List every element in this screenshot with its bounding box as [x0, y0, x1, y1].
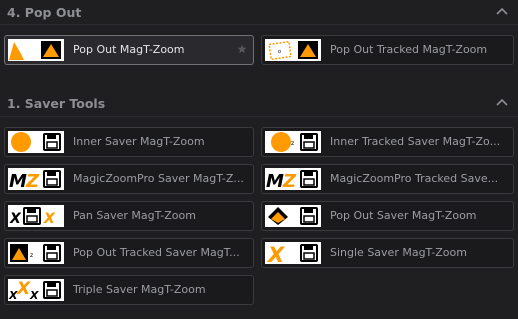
single-saver-icon: X	[266, 243, 318, 264]
section-header-pop-out[interactable]: 4. Pop Out	[0, 0, 518, 24]
tool-thumbnail: M Z	[265, 168, 321, 190]
tool-label: Triple Saver MagT-Zoom	[73, 283, 206, 296]
pop-out-tracked-icon: o	[268, 40, 318, 61]
tool-tile-pop-out-tracked-magt-zoom[interactable]: o Pop Out Tracked MagT-Zoom	[261, 35, 514, 65]
section-title: 1. Saver Tools	[7, 95, 106, 111]
inner-saver-icon	[11, 132, 61, 152]
tool-tile-inner-tracked-saver[interactable]: z Inner Tracked Saver MagT-Zo...	[261, 127, 514, 157]
svg-text:M: M	[9, 171, 27, 190]
magiczoompro-saver-icon: M Z	[9, 170, 61, 190]
star-icon[interactable]	[237, 44, 247, 54]
pop-out-icon	[9, 41, 61, 60]
tool-thumbnail: z	[8, 242, 64, 264]
tool-thumbnail: M Z	[8, 168, 64, 190]
tool-label: Pan Saver MagT-Zoom	[73, 209, 196, 222]
chevron-up-icon[interactable]	[495, 5, 509, 17]
tool-tile-single-saver[interactable]: X Single Saver MagT-Zoom	[261, 238, 514, 268]
tool-thumbnail: X X X	[8, 279, 64, 301]
tool-thumbnail	[8, 131, 64, 153]
svg-text:X: X	[9, 211, 22, 227]
section-title: 4. Pop Out	[7, 4, 82, 20]
pop-out-tracked-saver-icon: z	[10, 244, 61, 262]
svg-text:z: z	[291, 140, 294, 147]
tool-label: Pop Out Saver MagT-Zoom	[330, 209, 477, 222]
svg-text:Z: Z	[282, 171, 297, 190]
svg-text:X: X	[29, 289, 39, 301]
pop-out-saver-icon	[268, 207, 318, 225]
tool-tile-inner-saver[interactable]: Inner Saver MagT-Zoom	[4, 127, 254, 157]
svg-text:z: z	[30, 252, 33, 259]
svg-text:M: M	[266, 171, 284, 190]
svg-text:o: o	[278, 49, 281, 55]
tool-tile-pan-saver[interactable]: X X Pan Saver MagT-Zoom	[4, 201, 254, 231]
tool-tile-pop-out-magt-zoom[interactable]: Pop Out MagT-Zoom	[4, 35, 254, 65]
chevron-up-icon[interactable]	[495, 96, 509, 108]
inner-tracked-saver-icon: z	[271, 132, 318, 152]
tool-thumbnail	[265, 205, 321, 227]
tool-label: Pop Out Tracked MagT-Zoom	[330, 43, 488, 56]
svg-text:Z: Z	[25, 171, 40, 190]
tool-thumbnail: o	[265, 39, 321, 61]
tool-thumbnail: X X	[8, 205, 64, 227]
section-header-saver-tools[interactable]: 1. Saver Tools	[0, 91, 518, 115]
tool-label: Inner Tracked Saver MagT-Zo...	[330, 135, 501, 148]
tool-label: Pop Out MagT-Zoom	[73, 43, 185, 56]
section-divider	[0, 24, 518, 25]
tool-thumbnail: X	[265, 242, 321, 264]
tool-label: Inner Saver MagT-Zoom	[73, 135, 205, 148]
section-divider	[0, 116, 518, 117]
tool-tile-magiczoompro-tracked-saver[interactable]: M Z MagicZoomPro Tracked Save...	[261, 164, 514, 194]
triple-saver-icon: X X X	[8, 279, 61, 301]
svg-text:X: X	[16, 279, 31, 299]
tool-tile-triple-saver[interactable]: X X X Triple Saver MagT-Zoom	[4, 275, 254, 305]
tool-thumbnail: z	[265, 131, 321, 153]
tool-tile-pop-out-tracked-saver[interactable]: z Pop Out Tracked Saver MagT...	[4, 238, 254, 268]
tool-tile-magiczoompro-saver[interactable]: M Z MagicZoomPro Saver MagT-Z...	[4, 164, 254, 194]
magiczoompro-tracked-saver-icon: M Z	[266, 170, 318, 190]
tool-label: MagicZoomPro Saver MagT-Z...	[73, 172, 244, 185]
tool-label: Pop Out Tracked Saver MagT...	[73, 246, 240, 259]
pan-saver-icon: X X	[9, 207, 56, 227]
svg-text:X: X	[266, 243, 286, 264]
svg-text:X: X	[43, 211, 56, 227]
tool-thumbnail	[8, 39, 64, 61]
tool-tile-pop-out-saver[interactable]: Pop Out Saver MagT-Zoom	[261, 201, 514, 231]
tool-label: Single Saver MagT-Zoom	[330, 246, 467, 259]
tool-label: MagicZoomPro Tracked Save...	[330, 172, 499, 185]
